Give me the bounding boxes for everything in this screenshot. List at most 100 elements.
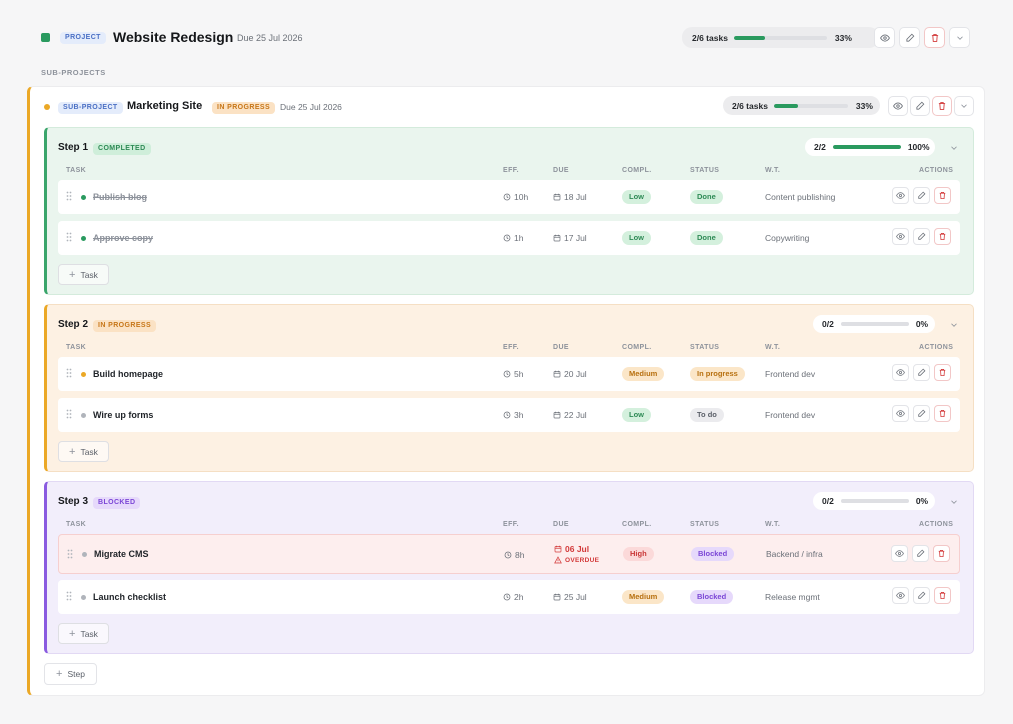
project-badge: PROJECT bbox=[60, 32, 106, 44]
sub-project-progress-bar bbox=[773, 103, 848, 108]
drag-handle-icon[interactable] bbox=[66, 368, 72, 378]
drag-handle-icon[interactable] bbox=[66, 191, 72, 201]
project-task-count: 2/6 tasks bbox=[692, 32, 728, 43]
task-row[interactable]: Build homepage 5h 20 Jul Medium In progr… bbox=[58, 357, 960, 391]
task-name[interactable]: Wire up forms bbox=[93, 410, 153, 420]
view-sub-project-button[interactable] bbox=[888, 96, 908, 116]
status-chip[interactable]: To do bbox=[690, 408, 724, 422]
pencil-icon bbox=[918, 409, 926, 417]
status-chip[interactable]: Blocked bbox=[691, 547, 735, 561]
add-step-button[interactable]: + Step bbox=[44, 663, 97, 685]
task-row[interactable]: Publish blog 10h 18 Jul Low Done Content… bbox=[58, 180, 960, 214]
task-name[interactable]: Approve copy bbox=[93, 233, 153, 243]
collapse-step-button[interactable] bbox=[949, 497, 959, 507]
calendar-icon bbox=[554, 545, 562, 553]
task-row[interactable]: Wire up forms 3h 22 Jul Low To do Fronte… bbox=[58, 398, 960, 432]
task-row[interactable]: Approve copy 1h 17 Jul Low Done Copywrit… bbox=[58, 221, 960, 255]
drag-handle-icon[interactable] bbox=[66, 409, 72, 419]
delete-task-button[interactable] bbox=[934, 228, 951, 245]
col-status: STATUS bbox=[690, 344, 720, 351]
task-row[interactable]: Launch checklist 2h 25 Jul Medium Blocke… bbox=[58, 580, 960, 614]
step-name[interactable]: Step 3 bbox=[58, 496, 88, 507]
view-task-button[interactable] bbox=[892, 587, 909, 604]
task-effort: 5h bbox=[503, 369, 523, 379]
edit-task-button[interactable] bbox=[913, 228, 930, 245]
step-progress-percent: 0% bbox=[915, 496, 929, 506]
add-task-button[interactable]: + Task bbox=[58, 441, 109, 462]
sub-project-due-date: Due 25 Jul 2026 bbox=[280, 102, 342, 112]
step-name[interactable]: Step 2 bbox=[58, 319, 88, 330]
edit-project-button[interactable] bbox=[899, 27, 920, 48]
step-status-badge: COMPLETED bbox=[93, 143, 151, 155]
task-work-type: Release mgmt bbox=[765, 592, 820, 602]
sub-project-title[interactable]: Marketing Site bbox=[127, 100, 202, 112]
add-task-button[interactable]: + Task bbox=[58, 623, 109, 644]
step-task-count: 2/2 bbox=[814, 142, 826, 152]
trash-icon bbox=[931, 33, 938, 42]
edit-task-button[interactable] bbox=[913, 587, 930, 604]
project-progress-percent: 33% bbox=[834, 32, 852, 43]
status-chip[interactable]: Done bbox=[690, 231, 723, 245]
edit-task-button[interactable] bbox=[913, 364, 930, 381]
task-due: 25 Jul bbox=[553, 592, 587, 602]
task-name[interactable]: Publish blog bbox=[93, 192, 147, 202]
delete-sub-project-button[interactable] bbox=[932, 96, 952, 116]
trash-icon bbox=[939, 592, 946, 599]
delete-task-button[interactable] bbox=[933, 545, 950, 562]
calendar-icon bbox=[553, 370, 561, 378]
drag-handle-icon[interactable] bbox=[66, 232, 72, 242]
drag-handle-icon[interactable] bbox=[66, 591, 72, 601]
clock-icon bbox=[503, 411, 511, 419]
view-task-button[interactable] bbox=[892, 187, 909, 204]
drag-handle-icon[interactable] bbox=[67, 549, 73, 559]
project-due-date: Due 25 Jul 2026 bbox=[237, 33, 303, 43]
task-row[interactable]: Migrate CMS 8h 06 Jul OVERDUE High Block… bbox=[58, 534, 960, 574]
pencil-icon bbox=[918, 232, 926, 240]
edit-task-button[interactable] bbox=[912, 545, 929, 562]
task-due: 06 Jul bbox=[554, 544, 589, 554]
calendar-icon bbox=[553, 234, 561, 242]
delete-task-button[interactable] bbox=[934, 187, 951, 204]
col-work-type: W.T. bbox=[765, 521, 781, 528]
step-card: Step 2 IN PROGRESS 0/2 0% TASK EFF. DUE … bbox=[44, 304, 974, 472]
status-chip[interactable]: In progress bbox=[690, 367, 745, 381]
task-name[interactable]: Migrate CMS bbox=[94, 549, 149, 559]
delete-task-button[interactable] bbox=[934, 587, 951, 604]
collapse-step-button[interactable] bbox=[949, 143, 959, 153]
collapse-step-button[interactable] bbox=[949, 320, 959, 330]
view-task-button[interactable] bbox=[892, 228, 909, 245]
step-progress: 0/2 0% bbox=[813, 315, 935, 333]
edit-task-button[interactable] bbox=[913, 405, 930, 422]
sub-project-status-dot bbox=[44, 104, 50, 110]
delete-project-button[interactable] bbox=[924, 27, 945, 48]
collapse-project-button[interactable] bbox=[949, 27, 970, 48]
delete-task-button[interactable] bbox=[934, 364, 951, 381]
trash-icon bbox=[938, 102, 946, 110]
col-complexity: COMPL. bbox=[622, 167, 652, 174]
step-name[interactable]: Step 1 bbox=[58, 142, 88, 153]
sub-project-status-badge: IN PROGRESS bbox=[212, 102, 276, 114]
collapse-sub-project-button[interactable] bbox=[954, 96, 974, 116]
view-task-button[interactable] bbox=[892, 364, 909, 381]
eye-icon bbox=[896, 410, 905, 417]
view-task-button[interactable] bbox=[891, 545, 908, 562]
task-name[interactable]: Launch checklist bbox=[93, 592, 166, 602]
edit-task-button[interactable] bbox=[913, 187, 930, 204]
add-task-button[interactable]: + Task bbox=[58, 264, 109, 285]
eye-icon bbox=[896, 233, 905, 240]
chevron-down-icon bbox=[951, 146, 957, 150]
delete-task-button[interactable] bbox=[934, 405, 951, 422]
project-title[interactable]: Website Redesign bbox=[113, 29, 233, 45]
view-task-button[interactable] bbox=[892, 405, 909, 422]
status-chip[interactable]: Blocked bbox=[690, 590, 734, 604]
task-name[interactable]: Build homepage bbox=[93, 369, 163, 379]
edit-sub-project-button[interactable] bbox=[910, 96, 930, 116]
task-work-type: Copywriting bbox=[765, 233, 810, 243]
view-project-button[interactable] bbox=[874, 27, 895, 48]
clock-icon bbox=[503, 234, 511, 242]
task-due: 18 Jul bbox=[553, 192, 587, 202]
task-due-value: 22 Jul bbox=[564, 410, 587, 420]
task-effort: 1h bbox=[503, 233, 523, 243]
status-chip[interactable]: Done bbox=[690, 190, 723, 204]
eye-icon bbox=[896, 592, 905, 599]
